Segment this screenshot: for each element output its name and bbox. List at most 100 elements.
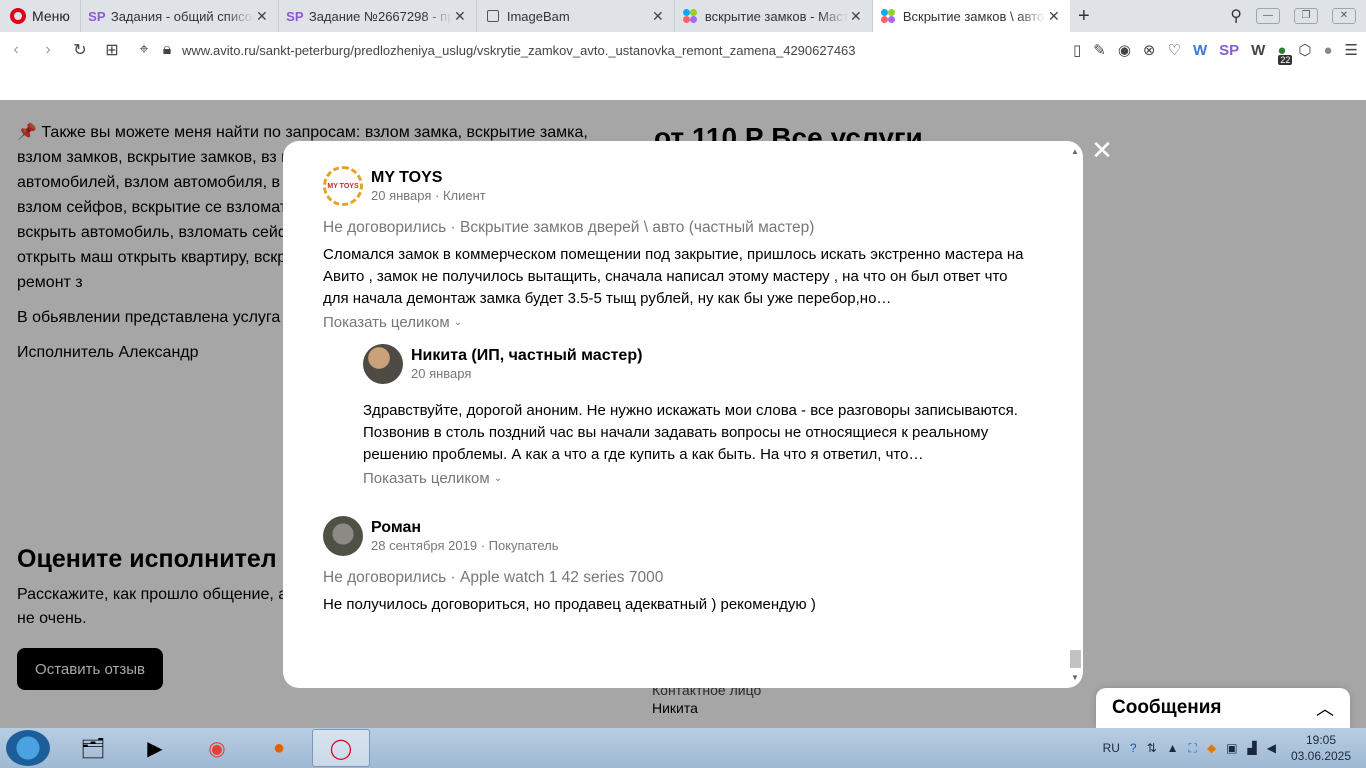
edit-icon[interactable]: ✎ (1093, 41, 1106, 59)
media-player-taskbar-icon[interactable]: ▶ (126, 729, 184, 767)
address-bar: ‹ › ↻ ⊞ ⌖ 🔒︎ www.avito.ru/sankt-peterbur… (0, 32, 1366, 68)
show-full-label: Показать целиком (323, 314, 450, 331)
screenshot-tool-icon[interactable]: ⛶ (1189, 741, 1197, 756)
tab-close-icon[interactable]: ✕ (650, 8, 666, 25)
adblock-icon[interactable]: ⊗ (1143, 41, 1156, 59)
scrollbar-thumb[interactable] (1070, 650, 1081, 668)
lock-icon[interactable]: 🔒︎ (160, 41, 174, 59)
search-icon[interactable]: ⚲ (1230, 6, 1242, 26)
avatar-logo-text: MY TOYS (327, 182, 359, 190)
avatar[interactable] (363, 344, 403, 384)
camera-icon[interactable]: ◉ (1118, 41, 1131, 59)
badge-extension-icon[interactable]: ● 22 (1277, 42, 1293, 65)
tab-title: ImageBam (506, 8, 570, 24)
sp-extension-icon[interactable]: SP (1219, 42, 1239, 59)
tab-title: Задания - общий список s (110, 8, 254, 24)
app-tray-icon[interactable]: ◆ (1207, 741, 1216, 755)
tray-expand-icon[interactable]: ▲ (1167, 741, 1179, 755)
tab-close-icon[interactable]: ✕ (254, 8, 270, 25)
back-arrow-icon[interactable]: ‹ (0, 41, 32, 59)
show-full-link[interactable]: Показать целиком ⌄ (363, 470, 1028, 487)
signal-tray-icon[interactable]: ▟ (1248, 741, 1257, 755)
sp-icon: SP (286, 8, 304, 24)
tab-tasks-list[interactable]: SP Задания - общий список s ✕ (79, 0, 278, 32)
avito-icon (880, 8, 897, 24)
tab-close-icon[interactable]: ✕ (452, 8, 468, 25)
sp-icon: SP (88, 8, 106, 24)
close-window-button[interactable]: ✕ (1332, 8, 1356, 24)
review-meta: 20 января (411, 365, 472, 381)
avatar[interactable]: MY TOYS (323, 166, 363, 206)
reviewer-name[interactable]: MY TOYS (371, 168, 486, 187)
explorer-taskbar-icon[interactable]: 🗂︎ (64, 729, 122, 767)
imagebam-icon (485, 8, 501, 24)
reader-mode-icon[interactable]: ▯ (1073, 41, 1081, 59)
review-header: Никита (ИП, частный мастер) 20 января (363, 344, 1028, 384)
tab-task-2667298[interactable]: SP Задание №2667298 - прос ✕ (277, 0, 476, 32)
chevron-down-icon: ⌄ (453, 317, 463, 328)
forward-arrow-icon[interactable]: › (32, 41, 64, 59)
avito-icon (682, 8, 699, 24)
help-icon[interactable]: ? (1130, 741, 1137, 755)
easy-setup-icon[interactable]: ☰ (1345, 41, 1358, 59)
language-indicator[interactable]: RU (1103, 741, 1120, 755)
review-meta: 20 января · Клиент (371, 187, 486, 203)
review-header: Роман 28 сентября 2019 · Покупатель (323, 516, 1028, 556)
show-full-link[interactable]: Показать целиком ⌄ (323, 314, 1028, 331)
volume-icon[interactable]: ◀ (1267, 741, 1276, 755)
scroll-down-icon[interactable]: ▼ (1071, 673, 1079, 682)
cube-icon[interactable]: ⬡ (1298, 41, 1311, 59)
tab-title: вскрытие замков - Мастер (704, 8, 848, 24)
opera-taskbar-icon[interactable]: ◯ (312, 729, 370, 767)
tab-avito-listing[interactable]: Вскрытие замков \ авто. У ✕ (871, 0, 1070, 32)
reviewer-name[interactable]: Роман (371, 518, 558, 537)
url-field[interactable]: www.avito.ru/sankt-peterburg/predlozheni… (182, 43, 856, 58)
maximize-button[interactable]: ❐ (1294, 8, 1318, 24)
heart-icon[interactable]: ♡ (1168, 41, 1181, 59)
toolbar-extensions: ▯ ✎ ◉ ⊗ ♡ W SP W ● 22 ⬡ ● ☰ (1073, 32, 1358, 68)
chrome-taskbar-icon[interactable]: ◉ (188, 729, 246, 767)
reviewer-name[interactable]: Никита (ИП, частный мастер) (411, 346, 642, 365)
messages-panel[interactable]: Сообщения ︿ (1096, 688, 1350, 728)
tab-close-icon[interactable]: ✕ (1046, 8, 1062, 25)
review-item: MY TOYS MY TOYS 20 января · Клиент Не до… (323, 166, 1028, 331)
opera-menu-button[interactable]: Меню (0, 0, 80, 32)
modal-scrollbar[interactable]: ▲ ▼ (1070, 147, 1081, 682)
minimize-button[interactable]: — (1256, 8, 1280, 24)
profile-avatar-icon[interactable]: ● (1323, 42, 1332, 59)
chevron-up-icon[interactable]: ︿ (1316, 695, 1334, 721)
browser-tab-bar: Меню SP Задания - общий список s ✕ SP За… (0, 0, 1366, 32)
avatar[interactable] (323, 516, 363, 556)
close-modal-icon[interactable]: ✕ (1090, 137, 1114, 163)
chevron-down-icon: ⌄ (493, 473, 503, 484)
review-deal-status: Не договорились · Вскрытие замков дверей… (323, 219, 815, 236)
review-header: MY TOYS MY TOYS 20 января · Клиент (323, 166, 1028, 206)
tab-avito-search[interactable]: вскрытие замков - Мастер ✕ (673, 0, 872, 32)
tab-close-icon[interactable]: ✕ (848, 8, 864, 25)
tab-title: Задание №2667298 - прос (308, 8, 452, 24)
speed-dial-grid-icon[interactable]: ⊞ (96, 40, 128, 60)
wikipedia-extension-icon[interactable]: W (1251, 42, 1265, 59)
messages-title: Сообщения (1112, 697, 1222, 718)
network-switch-icon[interactable]: ⇅ (1147, 741, 1157, 755)
menu-label: Меню (32, 8, 70, 24)
firefox-taskbar-icon[interactable]: ● (250, 729, 308, 767)
opera-logo-icon (10, 8, 26, 24)
review-deal-status: Не договорились · Apple watch 1 42 serie… (323, 569, 664, 586)
new-tab-plus-icon[interactable]: + (1070, 5, 1098, 28)
review-meta: 28 сентября 2019 · Покупатель (371, 537, 559, 553)
scroll-up-icon[interactable]: ▲ (1071, 147, 1079, 156)
review-text: Не получилось договориться, но продавец … (323, 596, 816, 613)
windows-taskbar: 🗂︎ ▶ ◉ ● ◯ RU ? ⇅ ▲ ⛶ ◆ ▣ ▟ ◀ 19:05 03.0… (0, 728, 1366, 768)
word-extension-icon[interactable]: W (1193, 42, 1207, 59)
system-tray: RU ? ⇅ ▲ ⛶ ◆ ▣ ▟ ◀ 19:05 03.06.2025 (1103, 728, 1356, 768)
review-text: Здравствуйте, дорогой аноним. Не нужно и… (363, 402, 1018, 463)
device-tray-icon[interactable]: ▣ (1226, 741, 1237, 755)
window-controls: ⚲ — ❐ ✕ (1230, 0, 1366, 32)
clock-time: 19:05 (1305, 733, 1337, 747)
tab-imagebam[interactable]: ImageBam ✕ (475, 0, 674, 32)
clock[interactable]: 19:05 03.06.2025 (1286, 732, 1356, 764)
start-button[interactable] (6, 730, 50, 766)
reload-icon[interactable]: ↻ (64, 40, 96, 60)
location-pin-icon[interactable]: ⌖ (128, 41, 160, 59)
